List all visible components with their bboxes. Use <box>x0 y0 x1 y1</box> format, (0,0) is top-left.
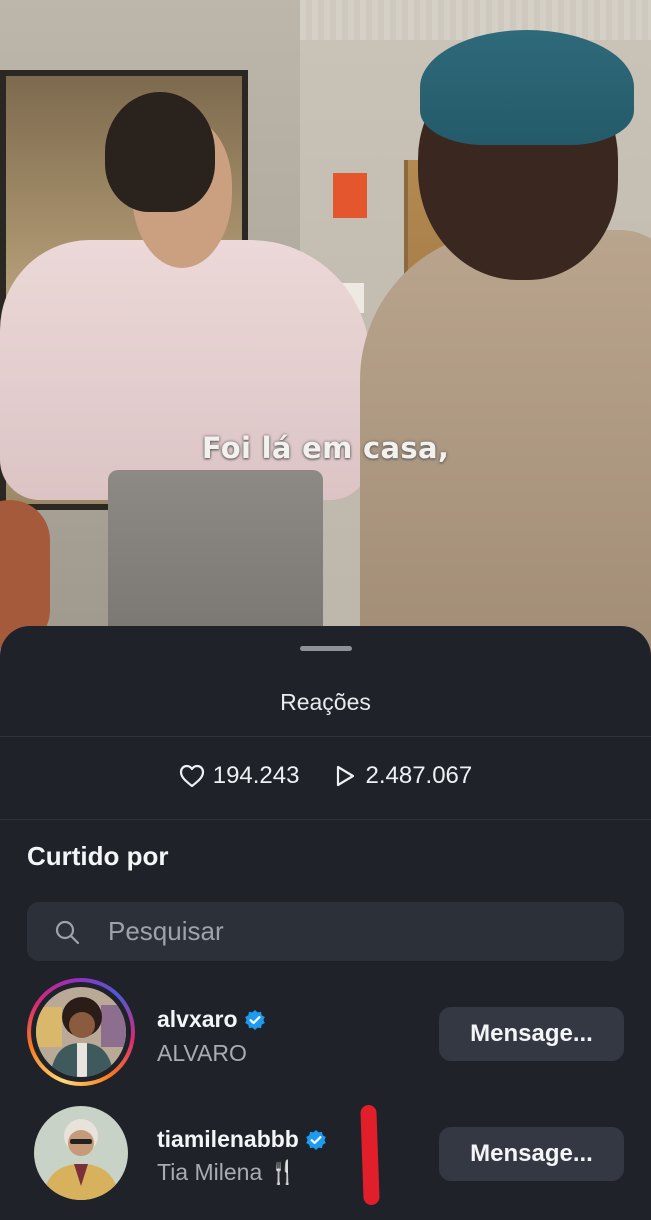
background-ceiling <box>300 0 651 40</box>
heart-icon <box>179 764 204 788</box>
liked-by-title: Curtido por <box>27 841 169 871</box>
verified-badge-icon <box>244 1009 265 1030</box>
plays-count: 2.487.067 <box>365 762 473 789</box>
username-text: tiamilenabbb <box>157 1126 299 1152</box>
username[interactable]: alvxaro <box>157 1006 266 1033</box>
full-name: ALVARO <box>157 1040 247 1066</box>
background-sign <box>333 173 367 218</box>
plays-stat[interactable]: 2.487.067 <box>333 762 472 790</box>
video-frame[interactable]: Foi lá em casa, <box>0 0 651 660</box>
avatar-wrap[interactable] <box>27 1100 135 1208</box>
message-button[interactable]: Mensage... <box>439 1007 624 1061</box>
avatar-story-ring[interactable] <box>27 978 135 1086</box>
likes-stat[interactable]: 194.243 <box>179 762 300 790</box>
full-name: Tia Milena 🍴 <box>157 1159 298 1185</box>
drag-handle[interactable] <box>300 646 352 651</box>
video-subtitle: Foi lá em casa, <box>201 431 450 465</box>
list-item-user[interactable]: alvxaro ALVARO Mensage... <box>0 978 651 1098</box>
reaction-stats: 194.243 2.487.067 <box>0 762 651 790</box>
video-person-left-hair <box>105 92 215 212</box>
username-text: alvxaro <box>157 1006 238 1032</box>
divider <box>0 819 651 820</box>
sheet-title: Reações <box>280 689 371 715</box>
username[interactable]: tiamilenabbb <box>157 1126 327 1153</box>
video-person-right-beanie <box>420 30 634 145</box>
verified-badge-icon <box>306 1129 326 1150</box>
play-icon <box>337 765 355 787</box>
list-item-user[interactable]: tiamilenabbb Tia Milena 🍴 Mensage... <box>0 1100 651 1220</box>
avatar <box>34 1106 128 1200</box>
avatar <box>36 987 126 1077</box>
search-bar[interactable] <box>27 902 624 961</box>
divider <box>0 736 651 737</box>
search-input[interactable] <box>106 915 590 948</box>
search-icon <box>55 920 80 944</box>
message-button[interactable]: Mensage... <box>439 1127 624 1181</box>
likes-count: 194.243 <box>212 762 300 789</box>
